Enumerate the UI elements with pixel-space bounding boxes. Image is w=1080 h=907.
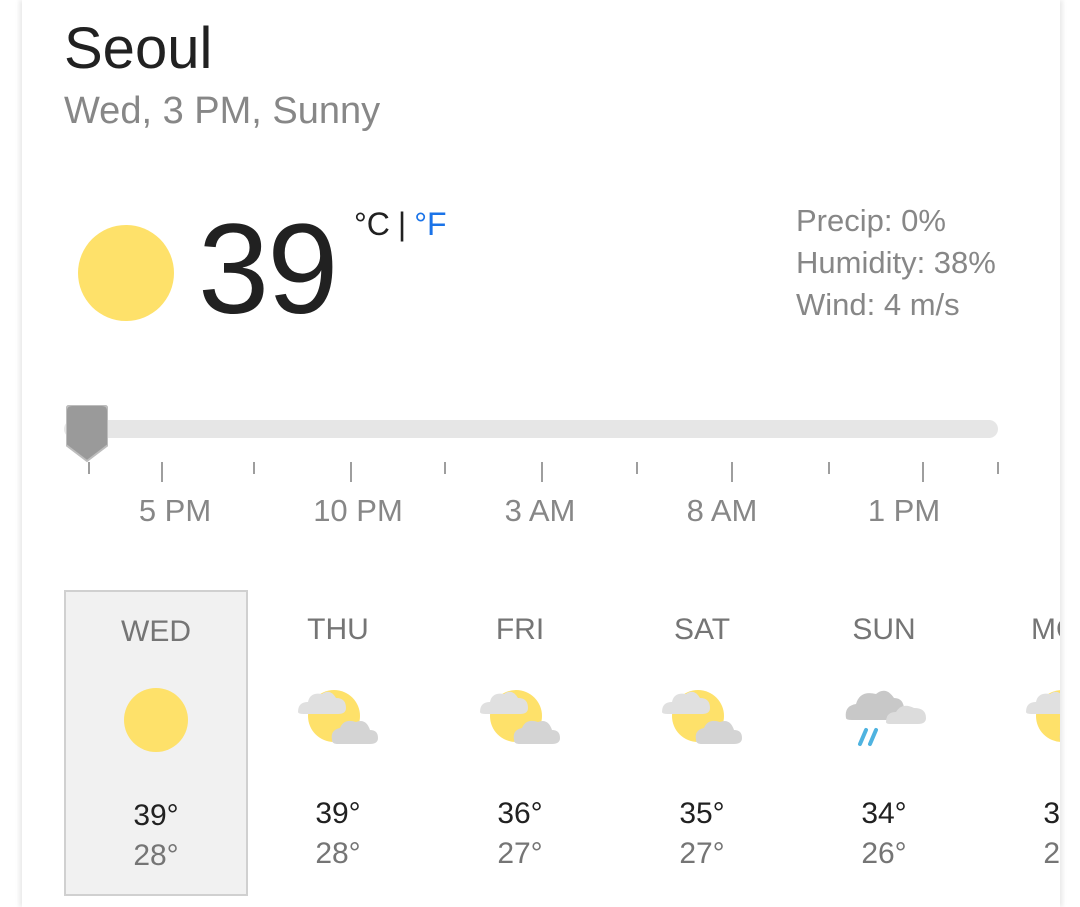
forecast-day-mon[interactable]: MON 34° 26°	[974, 590, 1060, 896]
weather-details: Precip: 0% Humidity: 38% Wind: 4 m/s	[796, 200, 996, 326]
high-temp: 39°	[315, 797, 361, 830]
fahrenheit-unit-link[interactable]: °F	[414, 206, 446, 242]
partly-cloudy-icon	[1026, 690, 1060, 742]
slider-tick	[541, 462, 543, 482]
hour-slider-handle[interactable]	[66, 405, 108, 463]
day-name: FRI	[495, 613, 545, 646]
celsius-unit[interactable]: °C	[354, 206, 390, 242]
slider-tick	[253, 462, 255, 474]
slider-tick	[997, 462, 999, 474]
slider-tick	[161, 462, 163, 482]
slider-tick	[444, 462, 446, 474]
partly-cloudy-icon	[662, 690, 742, 744]
low-temp: 28°	[133, 839, 179, 872]
time-label: 10 PM	[313, 493, 403, 528]
rain-cloud-icon	[845, 690, 926, 746]
forecast-day-sat[interactable]: SAT 35° 27°	[610, 590, 794, 896]
forecast-day-fri[interactable]: FRI 36° 27°	[428, 590, 612, 896]
current-temperature: 39	[198, 198, 338, 341]
slider-tick	[828, 462, 830, 474]
sun-icon	[124, 688, 188, 752]
forecast-day-wed[interactable]: WED 39° 28°	[64, 590, 248, 896]
low-temp: 27°	[497, 837, 543, 870]
unit-separator: |	[397, 206, 407, 242]
hour-slider-track[interactable]	[64, 420, 998, 438]
high-temp: 35°	[679, 797, 725, 830]
slider-tick	[350, 462, 352, 482]
precip-value: Precip: 0%	[796, 203, 946, 238]
city-name: Seoul	[64, 16, 213, 81]
time-label: 5 PM	[138, 493, 212, 528]
unit-toggle: °C | °F	[354, 204, 447, 244]
humidity-value: Humidity: 38%	[796, 245, 996, 280]
slider-tick	[636, 462, 638, 474]
high-temp: 36°	[497, 797, 543, 830]
current-conditions-subtitle: Wed, 3 PM, Sunny	[64, 90, 381, 132]
slider-tick	[88, 462, 90, 474]
weather-card: Seoul Wed, 3 PM, Sunny 39 °C | °F Precip: …	[22, 0, 1060, 907]
low-temp: 26°	[861, 837, 907, 870]
partly-cloudy-icon	[480, 690, 560, 744]
time-label: 1 PM	[867, 493, 941, 528]
slider-tick	[922, 462, 924, 482]
day-name: SUN	[852, 613, 916, 646]
low-temp: 28°	[315, 837, 361, 870]
low-temp: 26°	[1043, 837, 1060, 870]
forecast-day-thu[interactable]: THU 39° 28°	[246, 590, 430, 896]
day-name: SAT	[673, 613, 731, 646]
high-temp: 39°	[133, 799, 179, 832]
sun-icon	[78, 225, 174, 321]
day-name: THU	[307, 613, 369, 646]
time-label: 3 AM	[504, 493, 576, 528]
partly-cloudy-icon	[298, 690, 378, 744]
forecast-day-sun[interactable]: SUN 34° 26°	[792, 590, 976, 896]
high-temp: 34°	[1043, 797, 1060, 830]
wind-value: Wind: 4 m/s	[796, 287, 960, 322]
time-label: 8 AM	[686, 493, 758, 528]
day-name: MON	[1031, 613, 1060, 646]
low-temp: 27°	[679, 837, 725, 870]
high-temp: 34°	[861, 797, 907, 830]
slider-tick	[731, 462, 733, 482]
day-name: WED	[121, 615, 191, 648]
